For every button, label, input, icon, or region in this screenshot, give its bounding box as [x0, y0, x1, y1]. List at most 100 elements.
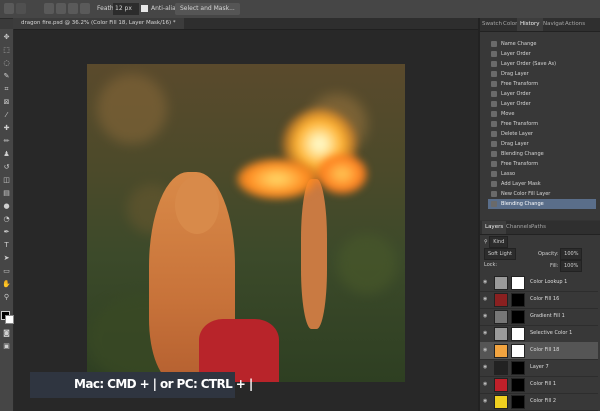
history-item[interactable]: Blending Change — [488, 149, 596, 159]
layer-mask-thumbnail[interactable] — [511, 344, 525, 358]
layer-mask-thumbnail[interactable] — [511, 395, 525, 409]
history-state-icon — [491, 41, 497, 47]
lasso-tool-icon[interactable] — [4, 3, 14, 14]
pen-tool-icon[interactable]: ✒ — [2, 228, 11, 236]
crop-tool-icon[interactable]: ⌗ — [2, 85, 11, 93]
type-tool-icon[interactable]: T — [2, 241, 11, 249]
move-tool-icon[interactable]: ✥ — [2, 33, 11, 41]
layer-row[interactable]: ◉ Color Lookup 1 — [480, 274, 598, 292]
history-item[interactable]: Layer Order (Save As) — [488, 59, 596, 69]
history-item[interactable]: Drag Layer — [488, 69, 596, 79]
screen-mode-icon[interactable]: ▣ — [2, 342, 11, 350]
eye-icon[interactable]: ◉ — [483, 313, 487, 319]
brush-tool-icon[interactable]: ✏ — [2, 137, 11, 145]
layer-mask-thumbnail[interactable] — [511, 327, 525, 341]
layer-mask-thumbnail[interactable] — [511, 276, 525, 290]
history-item[interactable]: New Color Fill Layer — [488, 189, 596, 199]
layer-thumbnail — [494, 378, 508, 392]
history-item[interactable]: Lasso — [488, 169, 596, 179]
eye-icon[interactable]: ◉ — [483, 347, 487, 353]
tool-preset-chevron-icon[interactable] — [16, 3, 26, 14]
opacity-input[interactable]: 100% — [560, 248, 583, 260]
feather-input[interactable]: 12 px — [113, 3, 139, 15]
history-item[interactable]: Blending Change — [488, 199, 596, 209]
add-to-selection-icon[interactable] — [56, 3, 66, 14]
blur-tool-icon[interactable]: ● — [2, 202, 11, 210]
intersect-selection-icon[interactable] — [80, 3, 90, 14]
history-state-icon — [491, 91, 497, 97]
blend-mode-value[interactable]: Soft Light — [484, 248, 516, 260]
layer-mask-thumbnail[interactable] — [511, 293, 525, 307]
zoom-tool-icon[interactable]: ⚲ — [2, 293, 11, 301]
kind-select[interactable]: Kind — [489, 236, 509, 248]
history-item[interactable]: Delete Layer — [488, 129, 596, 139]
history-item-label: Layer Order — [501, 51, 531, 57]
quick-mask-icon[interactable]: ◙ — [2, 329, 11, 337]
anti-alias-checkbox[interactable] — [141, 5, 148, 12]
layer-thumbnail — [494, 310, 508, 324]
gradient-tool-icon[interactable]: ▤ — [2, 189, 11, 197]
hand-tool-icon[interactable]: ✋ — [2, 280, 11, 288]
layer-row[interactable]: ◉ Color Fill 16 — [480, 291, 598, 309]
history-item[interactable]: Drag Layer — [488, 139, 596, 149]
eye-icon[interactable]: ◉ — [483, 381, 487, 387]
history-item[interactable]: Layer Order — [488, 89, 596, 99]
tab-navigator[interactable]: Navigat — [543, 18, 564, 31]
document-tab[interactable]: dragon fire.psd @ 36.2% (Color Fill 18, … — [13, 18, 184, 29]
layer-row[interactable]: ◉ Selective Color 1 — [480, 325, 598, 343]
tab-paths[interactable]: Paths — [531, 221, 546, 234]
layer-row[interactable]: ◉ Color Fill 2 — [480, 393, 598, 411]
history-item[interactable]: Name Change — [488, 39, 596, 49]
frame-tool-icon[interactable]: ⊠ — [2, 98, 11, 106]
eyedropper-icon[interactable]: ⁄ — [2, 111, 11, 119]
keyboard-shortcut-caption: Mac: CMD + | or PC: CTRL + | — [30, 372, 253, 398]
history-item-label: Add Layer Mask — [501, 181, 541, 187]
history-item-label: Name Change — [501, 41, 537, 47]
tab-color[interactable]: Color — [503, 18, 517, 31]
history-item[interactable]: Free Transform — [488, 79, 596, 89]
history-item[interactable]: Free Transform — [488, 159, 596, 169]
layer-mask-thumbnail[interactable] — [511, 361, 525, 375]
layer-mask-thumbnail[interactable] — [511, 378, 525, 392]
path-select-icon[interactable]: ➤ — [2, 254, 11, 262]
eye-icon[interactable]: ◉ — [483, 398, 487, 404]
layer-row[interactable]: ◉ Gradient Fill 1 — [480, 308, 598, 326]
layer-name: Color Fill 2 — [530, 398, 557, 404]
layer-mask-thumbnail[interactable] — [511, 310, 525, 324]
select-and-mask-button[interactable]: Select and Mask... — [175, 3, 240, 15]
tab-actions[interactable]: Actions — [565, 18, 585, 31]
blend-mode-select[interactable]: Soft Light — [484, 248, 516, 260]
eye-icon[interactable]: ◉ — [483, 364, 487, 370]
dodge-tool-icon[interactable]: ◔ — [2, 215, 11, 223]
fill-input[interactable]: 100% — [559, 260, 583, 272]
tab-layers[interactable]: Layers — [482, 221, 507, 234]
lasso-icon[interactable]: ◌ — [2, 59, 11, 67]
shape-tool-icon[interactable]: ▭ — [2, 267, 11, 275]
filter-kind[interactable]: ⚲ Kind — [484, 236, 509, 248]
history-item[interactable]: Layer Order — [488, 99, 596, 109]
tab-history[interactable]: History — [517, 18, 543, 31]
background-color-swatch[interactable] — [5, 315, 14, 324]
eraser-tool-icon[interactable]: ◫ — [2, 176, 11, 184]
history-item[interactable]: Layer Order — [488, 49, 596, 59]
history-brush-icon[interactable]: ↺ — [2, 163, 11, 171]
subtract-from-selection-icon[interactable] — [68, 3, 78, 14]
history-item[interactable]: Move — [488, 109, 596, 119]
tab-channels[interactable]: Channels — [506, 221, 531, 234]
tab-swatches[interactable]: Swatch — [482, 18, 502, 31]
history-item-label: Delete Layer — [501, 131, 533, 137]
layer-row[interactable]: ◉ Layer 7 — [480, 359, 598, 377]
history-item[interactable]: Add Layer Mask — [488, 179, 596, 189]
right-panels: Swatch Color History Navigat Actions Nam… — [479, 18, 600, 411]
eye-icon[interactable]: ◉ — [483, 296, 487, 302]
layer-row[interactable]: ◉ Color Fill 1 — [480, 376, 598, 394]
eye-icon[interactable]: ◉ — [483, 330, 487, 336]
healing-brush-icon[interactable]: ✚ — [2, 124, 11, 132]
clone-stamp-icon[interactable]: ♟ — [2, 150, 11, 158]
history-item[interactable]: Free Transform — [488, 119, 596, 129]
quick-select-icon[interactable]: ✎ — [2, 72, 11, 80]
marquee-tool-icon[interactable]: ⬚ — [2, 46, 11, 54]
layer-row[interactable]: ◉ Color Fill 18 — [480, 342, 598, 360]
new-selection-icon[interactable] — [44, 3, 54, 14]
eye-icon[interactable]: ◉ — [483, 279, 487, 285]
